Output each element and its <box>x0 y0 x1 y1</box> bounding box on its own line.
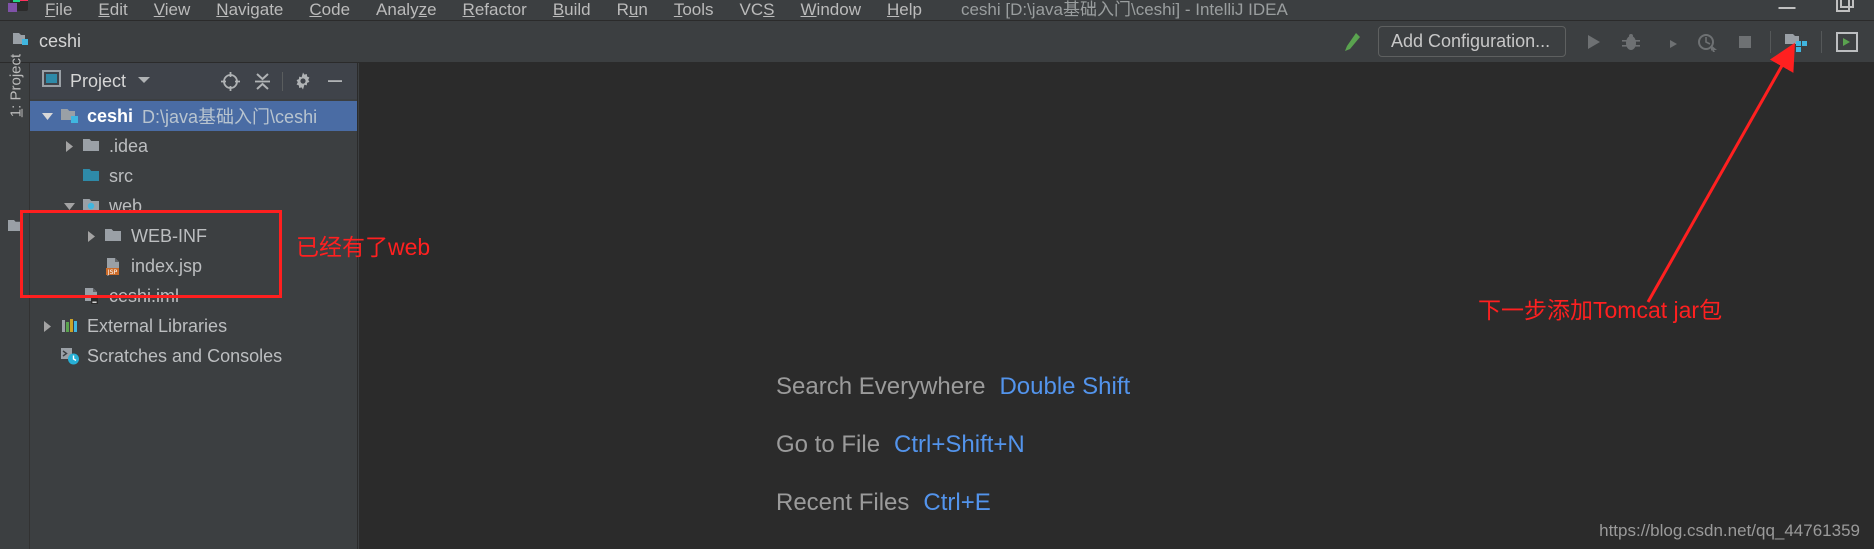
tree-row-web[interactable]: web <box>30 191 357 221</box>
breadcrumb-label: ceshi <box>39 31 82 51</box>
run-play-icon[interactable] <box>1574 23 1612 61</box>
left-tool-window-bar: 1: Project <box>0 54 30 549</box>
tree-label-web-inf: WEB-INF <box>131 225 207 246</box>
menu-item-tools[interactable]: Tools <box>661 0 727 20</box>
sidebar-item-project[interactable]: 1: Project <box>8 44 25 128</box>
shortcut-name: Search Everywhere <box>776 373 986 400</box>
locate-crosshair-icon[interactable] <box>214 65 246 97</box>
chevron-right-icon[interactable] <box>58 140 80 153</box>
chevron-right-icon[interactable] <box>80 230 102 243</box>
project-folder-icon <box>58 107 82 125</box>
project-tool-window: Project ceshi D:\java基础入门\ceshi .idea sr… <box>30 63 358 549</box>
menu-item-file-label: ile <box>55 0 73 19</box>
window-layout-icon[interactable] <box>1828 23 1866 61</box>
shortcut-row-recent-files: Recent Files Ctrl+E <box>776 474 1130 532</box>
tree-row-external-libraries[interactable]: External Libraries <box>30 311 357 341</box>
menu-item-refactor[interactable]: Refactor <box>450 0 540 20</box>
toolbar-right-group: Add Configuration... <box>1332 23 1874 61</box>
menu-item-code[interactable]: Code <box>296 0 363 20</box>
tree-row-ceshi[interactable]: ceshi D:\java基础入门\ceshi <box>30 101 357 131</box>
annotation-text-web-exists: 已经有了web <box>296 234 431 260</box>
chevron-down-icon[interactable] <box>137 72 151 90</box>
stop-icon[interactable] <box>1726 23 1764 61</box>
tree-label-ceshi-iml: ceshi.iml <box>109 285 180 306</box>
add-configuration-button[interactable]: Add Configuration... <box>1378 26 1566 57</box>
window-title: ceshi [D:\java基础入门\ceshi] - IntelliJ IDE… <box>960 0 1288 19</box>
tree-row-scratches-and-consoles[interactable]: Scratches and Consoles <box>30 341 357 371</box>
annotation-text-add-tomcat: 下一步添加Tomcat jar包 <box>1478 297 1723 323</box>
tree-label-idea: .idea <box>109 135 149 156</box>
tree-row-idea[interactable]: .idea <box>30 131 357 161</box>
source-folder-icon <box>80 167 104 185</box>
chevron-down-icon[interactable] <box>58 201 80 212</box>
tree-row-ceshi-iml[interactable]: ceshi.iml <box>30 281 357 311</box>
tree-path-ceshi: D:\java基础入门\ceshi <box>142 107 318 127</box>
shortcut-key: Double Shift <box>999 373 1131 400</box>
libraries-icon <box>58 317 82 335</box>
menu-item-edit[interactable]: Edit <box>85 0 140 20</box>
menu-item-window[interactable]: Window <box>788 0 874 20</box>
tree-label-src: src <box>109 165 133 186</box>
build-hammer-icon[interactable] <box>1332 23 1370 61</box>
watermark-url: https://blog.csdn.net/qq_44761359 <box>1599 521 1860 540</box>
intellij-logo-icon <box>6 0 32 20</box>
add-configuration-label: Add Configuration... <box>1391 31 1551 51</box>
main-toolbar: ceshi Add Configuration... <box>0 21 1874 63</box>
shortcut-key: Ctrl+Shift+N <box>894 431 1025 458</box>
jsp-file-icon: JSP <box>102 257 126 276</box>
tree-row-src[interactable]: src <box>30 161 357 191</box>
chevron-down-icon[interactable] <box>36 111 58 122</box>
tree-label-index-jsp: index.jsp <box>131 255 203 276</box>
profile-icon[interactable] <box>1688 23 1726 61</box>
scratches-icon <box>58 346 82 366</box>
shortcut-name: Go to File <box>776 431 881 458</box>
folder-icon <box>80 137 104 155</box>
shortcut-row-navigation-bar: Navigation Bar Alt+Home <box>776 532 1130 549</box>
iml-file-icon <box>80 287 104 306</box>
menu-item-file[interactable]: File <box>32 0 85 20</box>
minimize-panel-icon[interactable] <box>319 65 351 97</box>
minimize-button[interactable] <box>1758 0 1816 20</box>
menu-bar: File Edit View Navigate Code Analyze Ref… <box>0 0 1874 21</box>
tree-label-ceshi: ceshi <box>87 105 134 126</box>
restore-button[interactable] <box>1816 0 1874 20</box>
debug-bug-icon[interactable] <box>1612 23 1650 61</box>
project-panel-header: Project <box>30 63 357 99</box>
project-panel-actions <box>214 65 357 97</box>
svg-text:JSP: JSP <box>106 269 117 276</box>
menu-item-run[interactable]: Run <box>604 0 661 20</box>
menu-item-view[interactable]: View <box>141 0 204 20</box>
tree-label-web: web <box>109 195 143 216</box>
menu-item-build[interactable]: Build <box>540 0 604 20</box>
tree-label-external-libraries: External Libraries <box>87 315 228 336</box>
chevron-right-icon[interactable] <box>36 320 58 333</box>
menu-item-vcs[interactable]: VCS <box>727 0 788 20</box>
shortcut-name: Recent Files <box>776 489 910 516</box>
folder-icon[interactable] <box>7 218 24 238</box>
shortcut-row-search-everywhere: Search Everywhere Double Shift <box>776 358 1130 416</box>
panel-action-separator <box>282 71 283 91</box>
shortcuts-hint-list: Search Everywhere Double Shift Go to Fil… <box>776 358 1130 549</box>
project-panel-title: Project <box>70 70 127 91</box>
shortcut-key: Ctrl+E <box>923 489 991 516</box>
web-resource-folder-icon <box>80 197 104 215</box>
collapse-all-icon[interactable] <box>246 65 278 97</box>
menu-item-help[interactable]: Help <box>874 0 935 20</box>
tree-label-scratches-and-consoles: Scratches and Consoles <box>87 345 283 366</box>
project-view-icon <box>42 70 61 92</box>
run-with-coverage-icon[interactable] <box>1650 23 1688 61</box>
project-structure-icon[interactable] <box>1777 23 1815 61</box>
window-controls <box>1758 0 1874 20</box>
intellij-idea-window: File Edit View Navigate Code Analyze Ref… <box>0 0 1874 549</box>
toolbar-separator-1 <box>1770 30 1771 53</box>
toolbar-separator-2 <box>1821 30 1822 53</box>
folder-icon <box>102 227 126 245</box>
shortcut-row-go-to-file: Go to File Ctrl+Shift+N <box>776 416 1130 474</box>
gear-icon[interactable] <box>287 65 319 97</box>
menu-item-analyze[interactable]: Analyze <box>363 0 450 20</box>
menu-item-navigate[interactable]: Navigate <box>203 0 296 20</box>
